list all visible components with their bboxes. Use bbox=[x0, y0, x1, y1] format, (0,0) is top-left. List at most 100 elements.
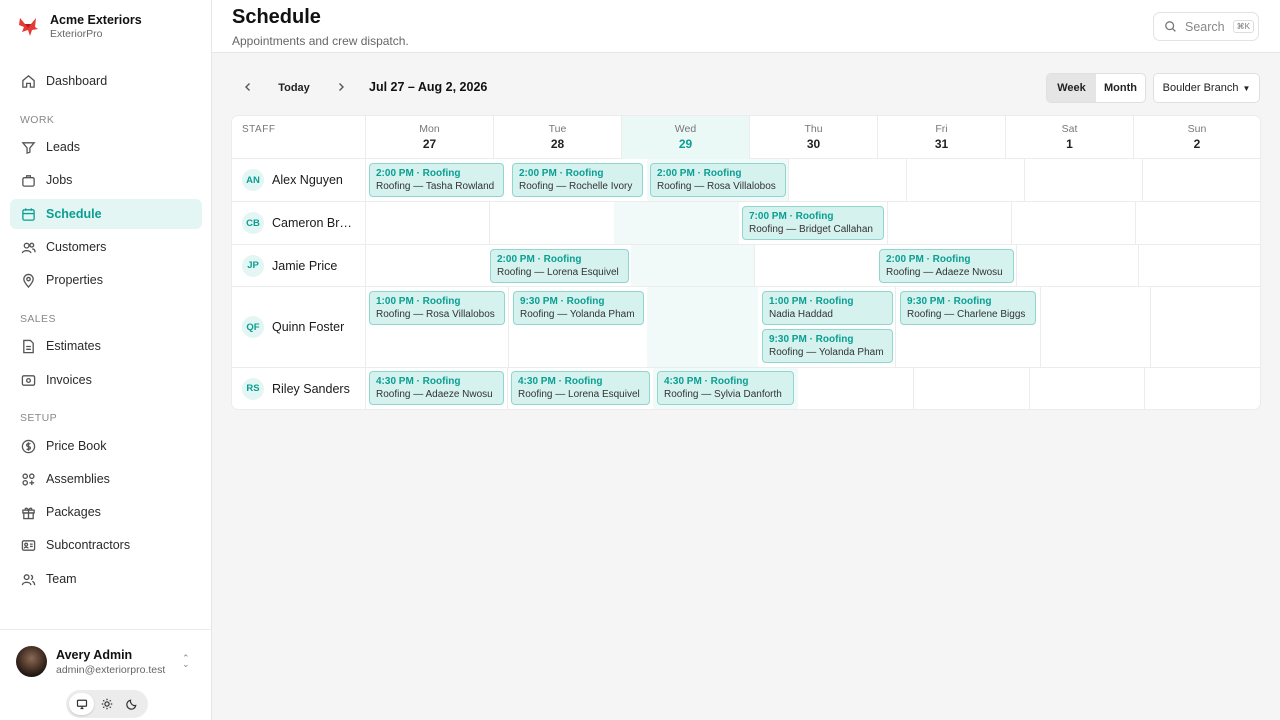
appointment-desc: Nadia Haddad bbox=[769, 309, 833, 320]
search-icon bbox=[1164, 20, 1177, 33]
brand-product: ExteriorPro bbox=[50, 28, 103, 40]
branch-select[interactable]: Boulder Branch ▼ bbox=[1153, 73, 1260, 103]
view-toggle: Week Month bbox=[1046, 73, 1146, 103]
staff-name: Cameron Bro… bbox=[272, 216, 358, 230]
appointment-card[interactable]: 9:30 PM · Roofing Roofing — Charlene Bigg… bbox=[900, 291, 1036, 325]
appointment-desc: Roofing — Yolanda Pham bbox=[769, 347, 884, 358]
nav-section-setup: SETUP bbox=[20, 412, 58, 424]
page-title: Schedule bbox=[232, 6, 321, 28]
monitor-icon[interactable] bbox=[69, 693, 94, 715]
id-card-icon bbox=[20, 537, 36, 553]
day-header: Thu 30 bbox=[749, 116, 877, 159]
day-date: 2 bbox=[1193, 137, 1201, 151]
user-panel[interactable]: Avery Admin admin@exteriorpro.test ⌃ ⌄ bbox=[0, 629, 211, 720]
appointment-card[interactable]: 2:00 PM · Roofing Roofing — Rochelle Ivor… bbox=[512, 163, 643, 197]
appointment-time: 9:30 PM · Roofing bbox=[907, 296, 992, 307]
day-name: Thu bbox=[804, 123, 823, 135]
appointment-time: 2:00 PM · Roofing bbox=[519, 168, 604, 179]
staff-initials: QF bbox=[242, 316, 264, 338]
appointment-desc: Roofing — Sylvia Danforth bbox=[664, 389, 782, 400]
chevron-left-icon bbox=[243, 82, 253, 95]
user-email: admin@exteriorpro.test bbox=[56, 664, 166, 676]
appointment-time: 4:30 PM · Roofing bbox=[518, 376, 603, 387]
sidebar-item-label: Dashboard bbox=[46, 74, 108, 88]
sidebar-item-label: Price Book bbox=[46, 439, 107, 453]
week-view-button[interactable]: Week bbox=[1047, 74, 1096, 102]
day-date: 30 bbox=[806, 137, 821, 151]
sidebar-item-estimates[interactable]: Estimates bbox=[10, 331, 202, 361]
schedule-grid: STAFF Mon 27 Tue 28 Wed 29 Thu 30 Fri 31 Sat 1… bbox=[232, 116, 1260, 409]
today-button[interactable]: Today bbox=[272, 72, 316, 104]
sidebar-item-label: Packages bbox=[46, 505, 101, 519]
sidebar-item-subcontractors[interactable]: Subcontractors bbox=[10, 530, 202, 560]
sidebar-item-price-book[interactable]: Price Book bbox=[10, 431, 202, 461]
staff-name: Jamie Price bbox=[272, 258, 338, 273]
day-header: Tue 28 bbox=[493, 116, 621, 159]
day-name: Tue bbox=[548, 123, 567, 135]
appointment-card[interactable]: 2:00 PM · Roofing Roofing — Lorena Esquiv… bbox=[490, 249, 629, 283]
sidebar-item-team[interactable]: Team bbox=[10, 564, 202, 594]
filter-icon bbox=[20, 139, 36, 155]
day-name: Wed bbox=[674, 123, 697, 135]
appointment-card[interactable]: 9:30 PM · Roofing Roofing — Yolanda Pham bbox=[513, 291, 644, 325]
sidebar-item-invoices[interactable]: Invoices bbox=[10, 365, 202, 395]
appointment-card[interactable]: 1:00 PM · Roofing Nadia Haddad bbox=[762, 291, 893, 325]
appointment-card[interactable]: 9:30 PM · Roofing Roofing — Yolanda Pham bbox=[762, 329, 893, 363]
appointment-card[interactable]: 2:00 PM · Roofing Roofing — Adaeze Nwosu bbox=[879, 249, 1014, 283]
branch-label: Boulder Branch bbox=[1162, 82, 1239, 94]
appointment-time: 2:00 PM · Roofing bbox=[657, 168, 742, 179]
staff-cell[interactable]: CB Cameron Bro… bbox=[232, 202, 365, 244]
chevron-up-down-icon[interactable]: ⌃ ⌄ bbox=[182, 654, 190, 669]
appointment-time: 2:00 PM · Roofing bbox=[497, 254, 582, 265]
sidebar-item-customers[interactable]: Customers bbox=[10, 232, 202, 262]
document-icon bbox=[20, 338, 36, 354]
sun-icon[interactable] bbox=[94, 693, 119, 715]
search-button[interactable]: Search ⌘K bbox=[1153, 12, 1259, 41]
sidebar-item-properties[interactable]: Properties bbox=[10, 265, 202, 295]
sidebar-item-label: Leads bbox=[46, 140, 81, 154]
next-week-button[interactable] bbox=[330, 72, 352, 104]
appointment-card[interactable]: 4:30 PM · Roofing Roofing — Sylvia Danfor… bbox=[657, 371, 794, 405]
appointment-card[interactable]: 4:30 PM · Roofing Roofing — Adaeze Nwosu bbox=[369, 371, 504, 405]
sidebar-item-dashboard[interactable]: Dashboard bbox=[10, 66, 202, 96]
user-name: Avery Admin bbox=[56, 648, 133, 662]
team-icon bbox=[20, 571, 36, 587]
appointment-card[interactable]: 2:00 PM · Roofing Roofing — Tasha Rowland bbox=[369, 163, 504, 197]
nav-section-sales: SALES bbox=[20, 313, 56, 325]
day-date: 29 bbox=[678, 137, 693, 151]
sidebar-item-schedule[interactable]: Schedule bbox=[10, 199, 202, 229]
appointment-time: 2:00 PM · Roofing bbox=[886, 254, 971, 265]
staff-cell[interactable]: AN Alex Nguyen bbox=[232, 159, 365, 201]
day-date: 1 bbox=[1066, 137, 1073, 151]
sidebar-item-label: Team bbox=[46, 572, 77, 586]
dollar-icon bbox=[20, 438, 36, 454]
sidebar-item-label: Subcontractors bbox=[46, 538, 131, 552]
sidebar-item-leads[interactable]: Leads bbox=[10, 132, 202, 162]
brand[interactable]: Acme Exteriors ExteriorPro bbox=[16, 13, 142, 40]
appointment-card[interactable]: 7:00 PM · Roofing Roofing — Bridget Calla… bbox=[742, 206, 884, 240]
sidebar-item-jobs[interactable]: Jobs bbox=[10, 165, 202, 195]
day-date: 31 bbox=[934, 137, 949, 151]
sidebar-item-label: Schedule bbox=[46, 207, 102, 221]
appointment-time: 9:30 PM · Roofing bbox=[520, 296, 605, 307]
appointment-desc: Roofing — Yolanda Pham bbox=[520, 309, 635, 320]
appointment-card[interactable]: 4:30 PM · Roofing Roofing — Lorena Esquiv… bbox=[511, 371, 650, 405]
staff-row: JP Jamie Price 2:00 PM · Roofing Roofing … bbox=[232, 245, 1260, 287]
appointment-card[interactable]: 1:00 PM · Roofing Roofing — Rosa Villalob… bbox=[369, 291, 505, 325]
staff-column-header: STAFF bbox=[242, 124, 276, 135]
nav-section-work: WORK bbox=[20, 114, 55, 126]
prev-week-button[interactable] bbox=[237, 72, 259, 104]
calendar-header: STAFF Mon 27 Tue 28 Wed 29 Thu 30 Fri 31 Sat 1… bbox=[232, 116, 1260, 159]
staff-cell[interactable]: JP Jamie Price bbox=[232, 245, 365, 286]
staff-row: QF Quinn Foster 1:00 PM · Roofing Roofing… bbox=[232, 287, 1260, 368]
sidebar-item-packages[interactable]: Packages bbox=[10, 497, 202, 527]
staff-cell[interactable]: RS Riley Sanders bbox=[232, 368, 365, 409]
appointment-card[interactable]: 2:00 PM · Roofing Roofing — Rosa Villalob… bbox=[650, 163, 786, 197]
moon-icon[interactable] bbox=[119, 693, 144, 715]
staff-name: Quinn Foster bbox=[272, 320, 345, 334]
appointment-desc: Roofing — Rosa Villalobos bbox=[376, 309, 495, 320]
staff-row: AN Alex Nguyen 2:00 PM · Roofing Roofing … bbox=[232, 159, 1260, 202]
staff-cell[interactable]: QF Quinn Foster bbox=[232, 287, 365, 367]
sidebar-item-assemblies[interactable]: Assemblies bbox=[10, 464, 202, 494]
month-view-button[interactable]: Month bbox=[1096, 74, 1145, 102]
